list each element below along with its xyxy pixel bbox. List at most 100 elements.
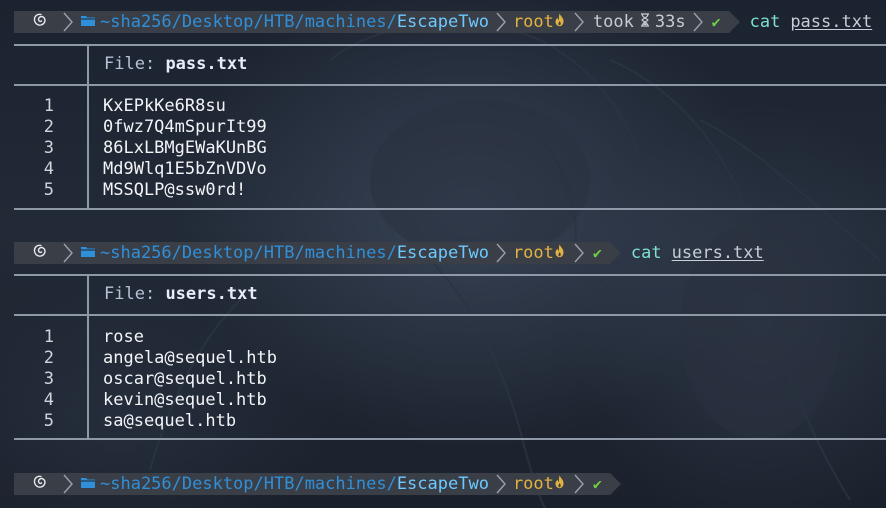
line-number: 3 xyxy=(43,368,54,389)
os-segment xyxy=(14,242,60,264)
segment-separator xyxy=(689,11,706,33)
segment-end-cap xyxy=(728,11,740,33)
path-prefix: ~sha256/Desktop/HTB/machines/ xyxy=(100,243,397,263)
user-name: root xyxy=(512,12,554,32)
took-label: took xyxy=(592,12,634,32)
took-value: 33s xyxy=(654,12,686,32)
line-text: 86LxLBMgEWaKUnBG xyxy=(103,137,267,158)
header-rule xyxy=(14,314,886,316)
top-rule xyxy=(14,274,886,276)
file-line: 3 oscar@sequel.htb xyxy=(14,368,886,389)
shell-prompt: ~sha256/Desktop/HTB/machines/EscapeTwo r… xyxy=(14,9,872,35)
status-segment: ✔ xyxy=(586,242,610,264)
header-rule xyxy=(14,84,886,86)
gutter-divider xyxy=(87,274,89,314)
status-segment: ✔ xyxy=(586,473,610,495)
file-line: 1 KxEPkKe6R8su xyxy=(14,95,886,116)
shell-prompt: ~sha256/Desktop/HTB/machines/EscapeTwo r… xyxy=(14,471,621,497)
line-text: 0fwz7Q4mSpurIt99 xyxy=(103,116,267,137)
line-number: 2 xyxy=(43,347,54,368)
flame-icon xyxy=(554,474,565,494)
file-label: File: xyxy=(104,54,156,74)
line-text: rose xyxy=(103,326,144,347)
segment-separator xyxy=(60,473,76,495)
line-number: 4 xyxy=(43,389,54,410)
file-label: File: xyxy=(104,284,156,304)
folder-icon xyxy=(80,12,96,32)
folder-icon xyxy=(80,243,96,263)
file-lines: 1 KxEPkKe6R8su 2 0fwz7Q4mSpurIt99 3 86LxLBM… xyxy=(14,95,886,200)
user-name: root xyxy=(512,243,554,263)
command-argument[interactable]: pass.txt xyxy=(790,12,872,32)
file-output-pass: File: pass.txt 1 KxEPkKe6R8su 2 0fwz7Q4mSp… xyxy=(14,44,886,210)
gutter-divider xyxy=(87,44,89,84)
file-line: 3 86LxLBMgEWaKUnBG xyxy=(14,137,886,158)
file-name: users.txt xyxy=(165,284,258,304)
segment-separator xyxy=(570,473,587,495)
segment-separator xyxy=(60,242,76,264)
path-current: EscapeTwo xyxy=(396,12,489,32)
duration-segment: took 33s xyxy=(586,11,690,33)
file-name: pass.txt xyxy=(165,54,248,74)
check-icon: ✔ xyxy=(711,13,721,31)
line-number: 4 xyxy=(43,158,54,179)
file-line: 2 0fwz7Q4mSpurIt99 xyxy=(14,116,886,137)
file-line: 4 Md9Wlq1E5bZnVDVo xyxy=(14,158,886,179)
path-segment: ~sha256/Desktop/HTB/machines/EscapeTwo xyxy=(76,242,493,264)
user-name: root xyxy=(512,474,554,494)
path-prefix: ~sha256/Desktop/HTB/machines/ xyxy=(100,12,397,32)
debian-swirl-icon xyxy=(32,474,48,495)
file-lines: 1 rose 2 angela@sequel.htb 3 oscar@sequel.h… xyxy=(14,326,886,431)
file-line: 2 angela@sequel.htb xyxy=(14,347,886,368)
line-text: kevin@sequel.htb xyxy=(103,389,267,410)
segment-separator xyxy=(492,242,509,264)
line-number: 1 xyxy=(43,95,54,116)
segment-separator xyxy=(60,11,76,33)
check-icon: ✔ xyxy=(592,244,602,262)
segment-separator xyxy=(492,473,509,495)
debian-swirl-icon xyxy=(32,243,48,264)
line-text: KxEPkKe6R8su xyxy=(103,95,226,116)
segment-separator xyxy=(570,11,587,33)
bottom-rule xyxy=(14,208,886,210)
shell-prompt: ~sha256/Desktop/HTB/machines/EscapeTwo r… xyxy=(14,240,764,266)
command-name: cat xyxy=(630,243,662,263)
line-text: angela@sequel.htb xyxy=(103,347,277,368)
bottom-rule xyxy=(14,438,886,440)
flame-icon xyxy=(554,243,565,263)
path-prefix: ~sha256/Desktop/HTB/machines/ xyxy=(100,474,397,494)
file-header: File: users.txt xyxy=(104,284,258,304)
line-number: 5 xyxy=(43,410,54,431)
flame-icon xyxy=(554,12,565,32)
line-number: 3 xyxy=(43,137,54,158)
path-current: EscapeTwo xyxy=(396,474,489,494)
file-line: 5 sa@sequel.htb xyxy=(14,410,886,431)
line-number: 2 xyxy=(43,116,54,137)
folder-icon xyxy=(80,474,96,494)
file-header: File: pass.txt xyxy=(104,54,247,74)
file-line: 5 MSSQLP@ssw0rd! xyxy=(14,179,886,200)
line-text: Md9Wlq1E5bZnVDVo xyxy=(103,158,267,179)
segment-separator xyxy=(570,242,587,264)
path-current: EscapeTwo xyxy=(396,243,489,263)
user-segment: root xyxy=(508,11,571,33)
path-segment: ~sha256/Desktop/HTB/machines/EscapeTwo xyxy=(76,473,493,495)
command-name: cat xyxy=(749,12,781,32)
os-segment xyxy=(14,11,60,33)
user-segment: root xyxy=(508,242,571,264)
status-segment: ✔ xyxy=(705,11,729,33)
line-text: sa@sequel.htb xyxy=(103,410,237,431)
os-segment xyxy=(14,473,60,495)
line-number: 5 xyxy=(43,179,54,200)
line-number: 1 xyxy=(43,326,54,347)
segment-end-cap xyxy=(609,242,621,264)
segment-end-cap xyxy=(609,473,621,495)
user-segment: root xyxy=(508,473,571,495)
command-argument[interactable]: users.txt xyxy=(672,243,764,263)
hourglass-icon xyxy=(640,12,650,32)
line-text: MSSQLP@ssw0rd! xyxy=(103,179,247,200)
line-text: oscar@sequel.htb xyxy=(103,368,267,389)
file-output-users: File: users.txt 1 rose 2 angela@sequel.htb… xyxy=(14,274,886,440)
file-line: 1 rose xyxy=(14,326,886,347)
segment-separator xyxy=(492,11,509,33)
